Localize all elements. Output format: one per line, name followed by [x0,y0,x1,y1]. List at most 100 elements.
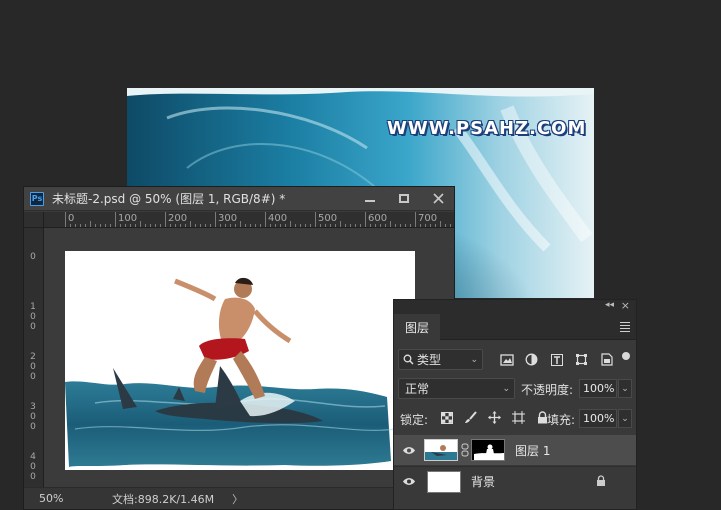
filter-pixel-layers-icon[interactable] [498,351,515,368]
ruler-minor-tick [445,224,446,227]
opacity-field[interactable]: 100% [579,379,617,398]
layer-mask-thumbnail[interactable] [471,439,505,461]
ruler-minor-tick [260,224,261,227]
ruler-minor-tick [80,224,81,227]
ruler-major-tick [265,212,266,227]
ruler-minor-tick [225,224,226,227]
layer-name[interactable]: 图层 1 [515,442,550,459]
layer-name[interactable]: 背景 [471,473,495,490]
ruler-minor-tick [345,224,346,227]
visibility-eye-icon[interactable] [394,446,424,455]
lock-icon[interactable] [596,475,606,487]
tab-layers[interactable]: 图层 [394,314,440,341]
filter-adjustment-layers-icon[interactable] [523,351,540,368]
ruler-minor-tick [70,224,71,227]
ruler-minor-tick [85,224,86,227]
lock-image-pixels-brush-icon[interactable] [462,409,479,426]
ruler-minor-tick [410,224,411,227]
ruler-tick-label: 0 [30,372,36,382]
fill-dropdown-button[interactable]: ⌄ [618,409,632,428]
ruler-minor-tick [390,221,391,227]
document-titlebar[interactable]: Ps 未标题-2.psd @ 50% (图层 1, RGB/8#) * [24,187,454,211]
ruler-tick-label: 0 [68,213,75,224]
document-status-bar: 50% 文档:898.2K/1.46M 〉 [24,487,454,509]
photoshop-file-icon: Ps [30,191,44,206]
layer-row-layer-1[interactable]: 图层 1 [394,435,636,465]
collapse-panel-icon[interactable]: ◂◂ [605,300,614,310]
ruler-minor-tick [340,221,341,227]
ruler-minor-tick [290,221,291,227]
ruler-minor-tick [205,224,206,227]
ruler-minor-tick [405,224,406,227]
ruler-tick-label: 600 [368,213,388,224]
ruler-minor-tick [295,224,296,227]
ruler-minor-tick [320,224,321,227]
ruler-minor-tick [385,224,386,227]
lock-transparent-pixels-icon[interactable] [438,409,455,426]
panel-menu-icon[interactable] [620,322,630,334]
vertical-ruler[interactable]: 0100200300400 [24,228,44,487]
filter-toggle-switch[interactable] [622,352,630,368]
layer-row-background[interactable]: 背景 [394,466,636,496]
maximize-button[interactable] [394,189,414,207]
ruler-minor-tick [425,224,426,227]
ruler-minor-tick [120,224,121,227]
ruler-minor-tick [275,224,276,227]
ruler-minor-tick [210,224,211,227]
layer-thumbnail[interactable] [424,439,458,461]
close-icon [432,192,444,204]
ruler-minor-tick [250,224,251,227]
close-panel-icon[interactable]: × [621,299,630,312]
horizontal-ruler[interactable]: 0 100 200 300 400 500 600 700 [44,212,454,228]
ruler-corner[interactable] [24,212,44,228]
opacity-dropdown-button[interactable]: ⌄ [618,379,632,398]
zoom-level[interactable]: 50% [24,492,76,505]
ruler-minor-tick [280,224,281,227]
fill-field[interactable]: 100% [579,409,617,428]
filter-type-layers-icon[interactable] [548,351,565,368]
ruler-minor-tick [285,224,286,227]
layer-filter-dropdown[interactable]: 类型 ⌄ [398,349,483,370]
blend-mode-dropdown[interactable]: 正常 ⌄ [398,378,515,399]
filter-smart-objects-icon[interactable] [598,351,615,368]
lock-label: 锁定: [400,413,429,427]
ruler-minor-tick [190,221,191,227]
ruler-tick-label: 0 [30,412,36,422]
ruler-minor-tick [330,224,331,227]
watermark-text: WWW.PSAHZ.COM [387,118,587,139]
panel-header-bar[interactable]: ◂◂ × [394,299,636,314]
layer-thumbnail[interactable] [427,470,461,493]
chevron-down-icon: ⌄ [470,354,478,365]
minimize-button[interactable] [360,189,380,207]
ruler-major-tick [365,212,366,227]
ruler-tick-label: 1 [30,302,36,312]
ruler-minor-tick [305,224,306,227]
blend-mode-value: 正常 [405,382,430,396]
document-canvas[interactable] [65,251,415,470]
lock-artboard-icon[interactable] [510,409,527,426]
visibility-eye-icon[interactable] [394,477,424,486]
ruler-tick-label: 100 [118,213,138,224]
filter-shape-layers-icon[interactable] [573,351,590,368]
ruler-tick-label: 0 [30,462,36,472]
ruler-minor-tick [100,224,101,227]
close-button[interactable] [428,189,448,207]
ruler-minor-tick [195,224,196,227]
ruler-minor-tick [155,224,156,227]
document-size-info[interactable]: 文档:898.2K/1.46M [112,491,214,507]
ruler-minor-tick [105,224,106,227]
ruler-minor-tick [130,224,131,227]
lock-position-move-icon[interactable] [486,409,503,426]
ruler-tick-label: 0 [30,312,36,322]
ruler-minor-tick [430,224,431,227]
ruler-minor-tick [375,224,376,227]
ruler-major-tick [115,212,116,227]
ruler-tick-label: 200 [168,213,188,224]
document-window[interactable]: Ps 未标题-2.psd @ 50% (图层 1, RGB/8#) * 0 100… [23,186,455,510]
status-menu-arrow[interactable]: 〉 [232,491,243,507]
chain-link-icon[interactable] [461,443,469,457]
ruler-minor-tick [335,224,336,227]
minimize-icon [365,200,375,202]
ruler-minor-tick [150,224,151,227]
ruler-major-tick [165,212,166,227]
